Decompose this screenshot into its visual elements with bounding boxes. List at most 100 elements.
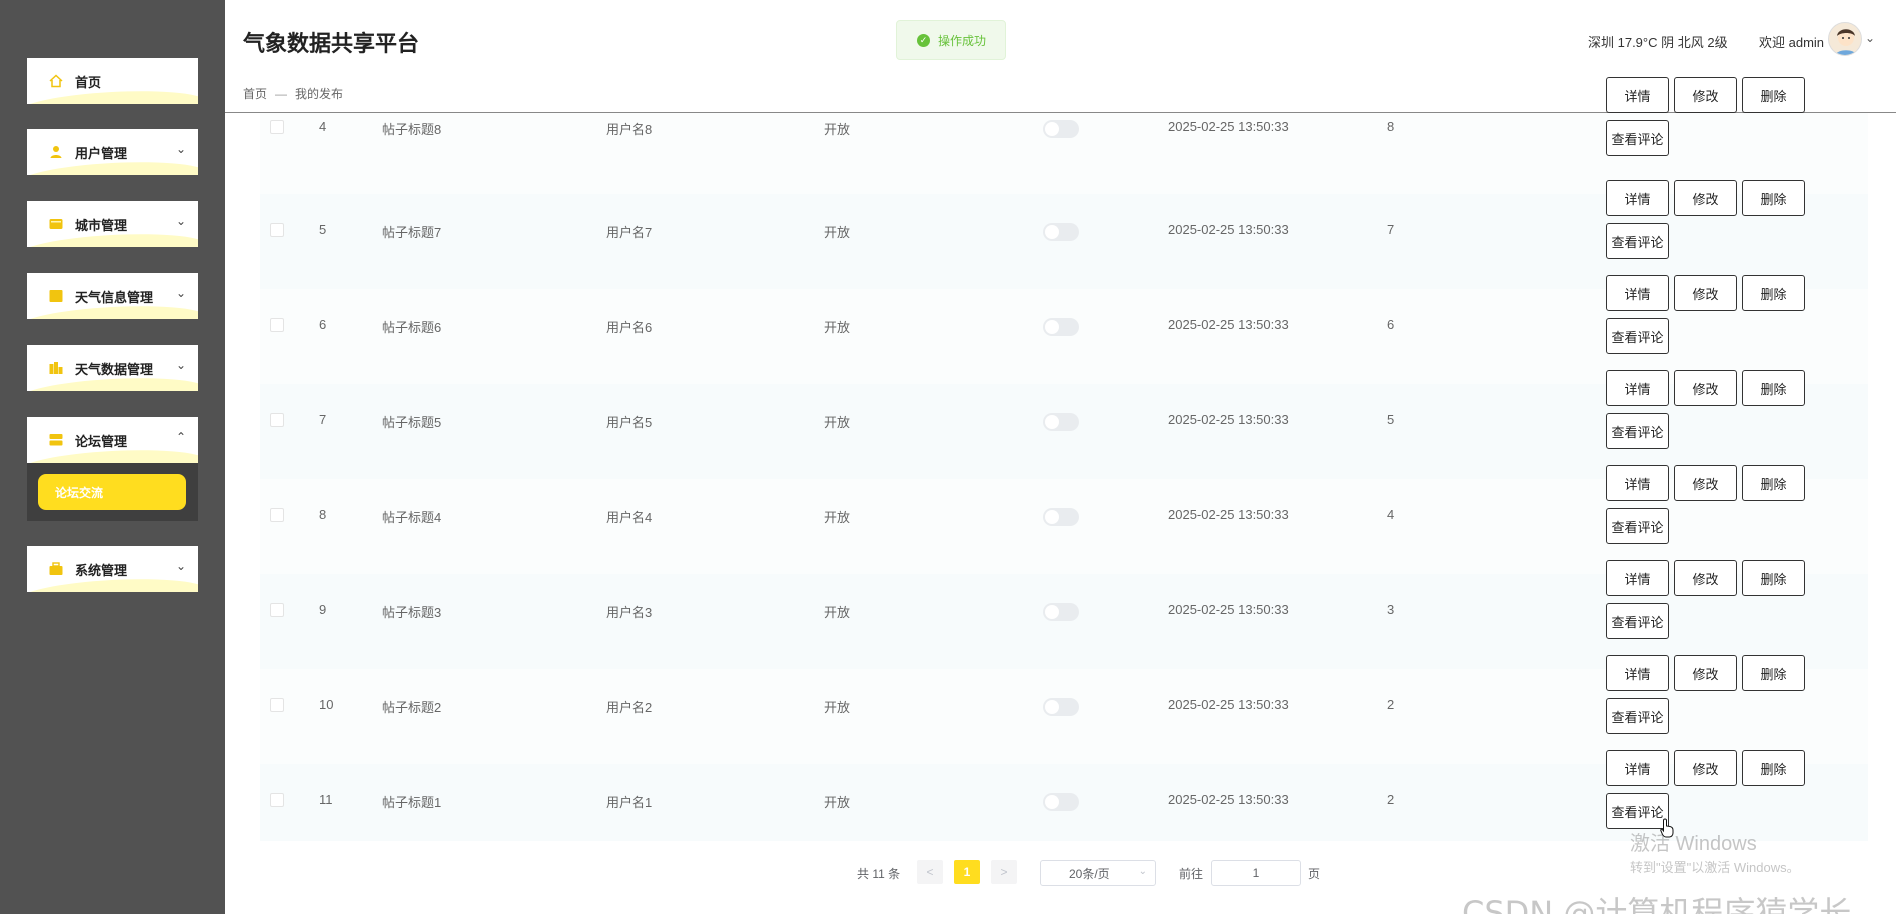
status-toggle[interactable] [1043, 318, 1079, 336]
sidebar-item-weather-data[interactable]: 天气数据管理 ⌄ [27, 345, 198, 391]
chevron-down-icon[interactable]: ⌄ [1865, 31, 1875, 45]
cell-time: 2025-02-25 13:50:33 [1168, 507, 1289, 522]
cell-user: 用户名1 [606, 795, 653, 810]
view-comments-button[interactable]: 查看评论 [1606, 223, 1669, 259]
page-size-select[interactable]: 20条/页 ⌄ [1040, 860, 1156, 886]
sidebar-item-label: 首页 [75, 75, 102, 90]
cell-time: 2025-02-25 13:50:33 [1168, 119, 1289, 134]
cell-title: 帖子标题4 [382, 510, 442, 525]
detail-button[interactable]: 详情 [1606, 655, 1669, 691]
weather-info-icon [49, 289, 63, 303]
row-checkbox[interactable] [270, 603, 284, 617]
hand-cursor-icon [1660, 818, 1674, 838]
cell-user: 用户名7 [606, 225, 653, 240]
cell-status: 开放 [824, 795, 851, 810]
delete-button[interactable]: 删除 [1742, 465, 1805, 501]
cell-title: 帖子标题3 [382, 605, 442, 620]
delete-button[interactable]: 删除 [1742, 370, 1805, 406]
sidebar-item-city[interactable]: 城市管理 ⌄ [27, 201, 198, 247]
row-checkbox[interactable] [270, 793, 284, 807]
sidebar-subitem-forum-exchange[interactable]: 论坛交流 [38, 474, 186, 510]
status-toggle[interactable] [1043, 698, 1079, 716]
cell-count: 5 [1387, 412, 1395, 427]
prev-page-button[interactable]: < [917, 860, 943, 884]
status-toggle[interactable] [1043, 120, 1079, 138]
view-comments-button[interactable]: 查看评论 [1606, 698, 1669, 734]
cell-count: 3 [1387, 602, 1395, 617]
cell-index: 7 [319, 412, 327, 427]
edit-button[interactable]: 修改 [1674, 465, 1737, 501]
edit-button[interactable]: 修改 [1674, 370, 1737, 406]
page-suffix: 页 [1308, 867, 1321, 881]
detail-button[interactable]: 详情 [1606, 180, 1669, 216]
row-checkbox[interactable] [270, 120, 284, 134]
row-checkbox[interactable] [270, 413, 284, 427]
view-comments-button[interactable]: 查看评论 [1606, 318, 1669, 354]
chevron-up-icon: ⌃ [175, 430, 186, 444]
cell-index: 6 [319, 317, 327, 332]
delete-button[interactable]: 删除 [1742, 560, 1805, 596]
status-toggle[interactable] [1043, 508, 1079, 526]
windows-activate-text: 激活 Windows [1630, 833, 1757, 855]
delete-button[interactable]: 删除 [1742, 750, 1805, 786]
page-size-value: 20条/页 [1069, 866, 1110, 881]
row-checkbox[interactable] [270, 318, 284, 332]
detail-button[interactable]: 详情 [1606, 370, 1669, 406]
detail-button[interactable]: 详情 [1606, 560, 1669, 596]
posts-table: 4 帖子标题8 用户名8 开放 2025-02-25 13:50:33 8 详情… [260, 77, 1868, 841]
page-1-button[interactable]: 1 [954, 860, 980, 884]
row-checkbox[interactable] [270, 508, 284, 522]
sidebar-item-weather-info[interactable]: 天气信息管理 ⌄ [27, 273, 198, 319]
view-comments-button[interactable]: 查看评论 [1606, 413, 1669, 449]
sidebar-item-home[interactable]: 首页 [27, 58, 198, 104]
goto-page-input[interactable]: 1 [1211, 860, 1301, 886]
chevron-down-icon: ⌄ [175, 286, 186, 300]
edit-button[interactable]: 修改 [1674, 77, 1737, 113]
sidebar-item-user[interactable]: 用户管理 ⌄ [27, 129, 198, 175]
sidebar-item-system[interactable]: 系统管理 ⌄ [27, 546, 198, 592]
city-icon [49, 217, 63, 231]
edit-button[interactable]: 修改 [1674, 275, 1737, 311]
delete-button[interactable]: 删除 [1742, 275, 1805, 311]
cell-user: 用户名6 [606, 320, 653, 335]
delete-button[interactable]: 删除 [1742, 77, 1805, 113]
edit-button[interactable]: 修改 [1674, 180, 1737, 216]
cell-index: 10 [319, 697, 334, 712]
delete-button[interactable]: 删除 [1742, 180, 1805, 216]
sidebar-item-forum[interactable]: 论坛管理 ⌃ [27, 417, 198, 463]
windows-activate-subtext: 转到"设置"以激活 Windows。 [1630, 860, 1800, 875]
sidebar-item-label: 系统管理 [75, 563, 128, 578]
edit-button[interactable]: 修改 [1674, 750, 1737, 786]
pagination-total: 共 11 条 [857, 867, 901, 881]
sidebar-item-label: 论坛管理 [75, 434, 128, 449]
detail-button[interactable]: 详情 [1606, 77, 1669, 113]
edit-button[interactable]: 修改 [1674, 655, 1737, 691]
chevron-down-icon: ⌄ [175, 559, 186, 573]
cell-user: 用户名3 [606, 605, 653, 620]
view-comments-button[interactable]: 查看评论 [1606, 508, 1669, 544]
cell-title: 帖子标题8 [382, 122, 442, 137]
row-checkbox[interactable] [270, 223, 284, 237]
view-comments-button[interactable]: 查看评论 [1606, 120, 1669, 156]
next-page-button[interactable]: > [991, 860, 1017, 884]
home-icon [49, 74, 63, 88]
avatar[interactable] [1828, 22, 1862, 56]
cell-index: 9 [319, 602, 327, 617]
chevron-down-icon: ⌄ [175, 214, 186, 228]
detail-button[interactable]: 详情 [1606, 275, 1669, 311]
status-toggle[interactable] [1043, 793, 1079, 811]
row-checkbox[interactable] [270, 698, 284, 712]
delete-button[interactable]: 删除 [1742, 655, 1805, 691]
sidebar-item-label: 城市管理 [75, 218, 128, 233]
detail-button[interactable]: 详情 [1606, 750, 1669, 786]
view-comments-button[interactable]: 查看评论 [1606, 603, 1669, 639]
status-toggle[interactable] [1043, 413, 1079, 431]
cell-index: 8 [319, 507, 327, 522]
status-toggle[interactable] [1043, 603, 1079, 621]
edit-button[interactable]: 修改 [1674, 560, 1737, 596]
detail-button[interactable]: 详情 [1606, 465, 1669, 501]
cell-status: 开放 [824, 320, 851, 335]
cell-status: 开放 [824, 225, 851, 240]
status-toggle[interactable] [1043, 223, 1079, 241]
cell-count: 2 [1387, 792, 1395, 807]
